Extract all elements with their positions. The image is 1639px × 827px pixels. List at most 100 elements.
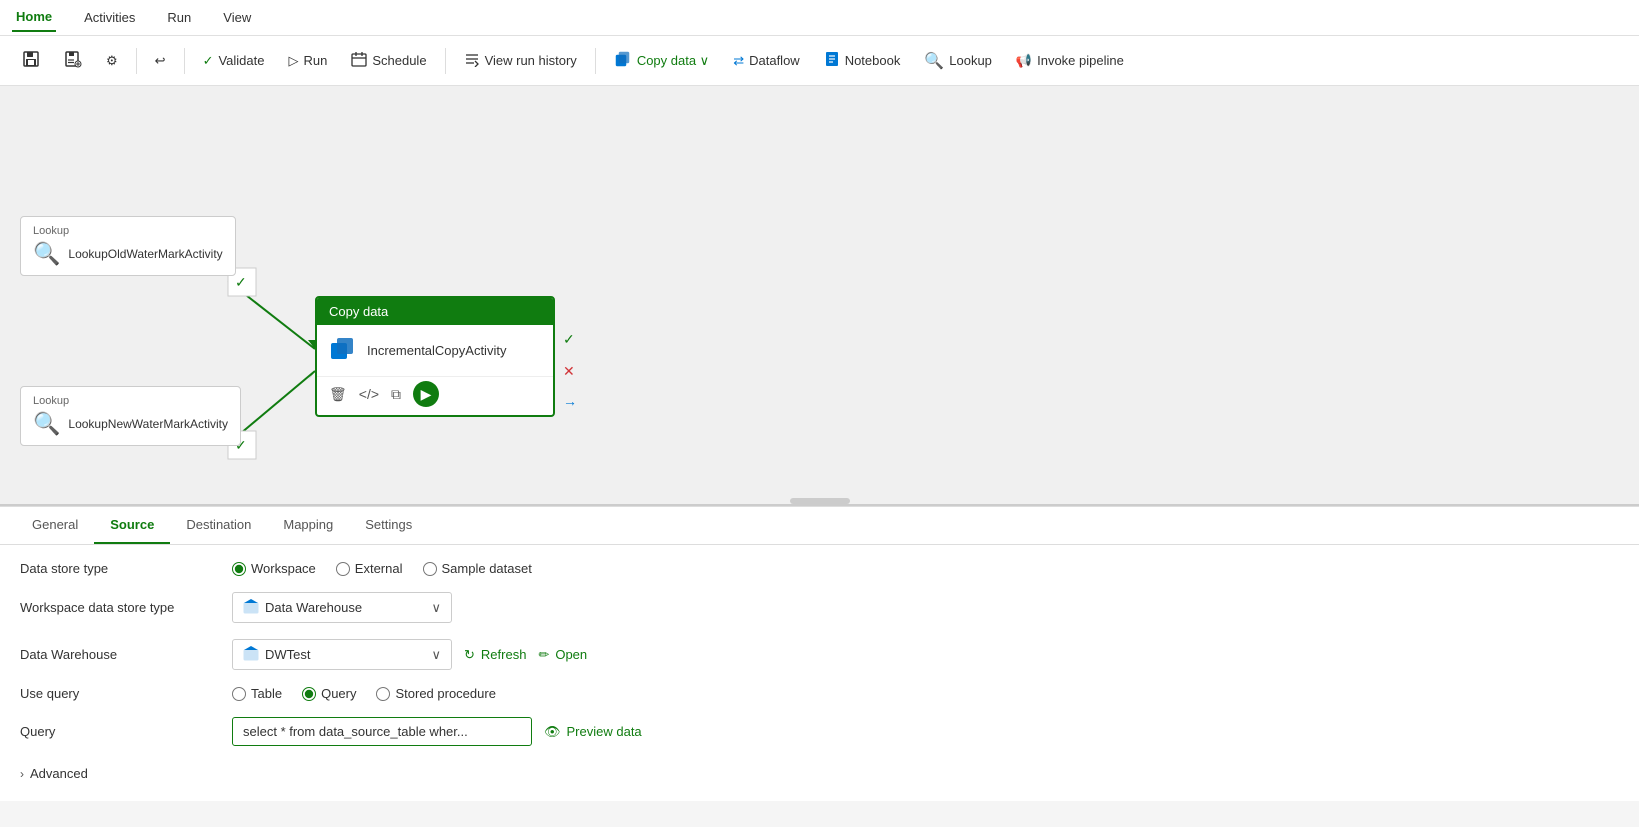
invoke-pipeline-button[interactable]: 📢 Invoke pipeline (1006, 48, 1134, 74)
lookup2-node[interactable]: Lookup 🔍 LookupNewWaterMarkActivity (20, 386, 241, 446)
notebook-button[interactable]: Notebook (814, 46, 911, 75)
view-run-history-button[interactable]: View run history (454, 46, 587, 75)
open-link[interactable]: ✏ Open (538, 647, 587, 663)
table-radio[interactable]: Table (232, 686, 282, 701)
menu-run[interactable]: Run (163, 4, 195, 31)
query-input[interactable] (232, 717, 532, 746)
dw-dropdown-chevron: ∨ (431, 647, 441, 663)
lookup-button[interactable]: 🔍 Lookup (914, 46, 1002, 76)
workspace-dropdown-chevron: ∨ (431, 600, 441, 616)
copydata-actions: 🗑 </> ⧉ ▶ (317, 376, 553, 415)
stored-procedure-radio[interactable]: Stored procedure (376, 686, 495, 701)
data-warehouse-row: Data Warehouse DWTest ∨ ↻ Refresh ✏ Open (20, 639, 1619, 670)
refresh-link[interactable]: ↻ Refresh (464, 647, 526, 663)
tab-mapping[interactable]: Mapping (267, 507, 349, 544)
svg-text:✓: ✓ (235, 274, 247, 290)
external-label: External (355, 561, 403, 576)
workspace-data-store-type-label: Workspace data store type (20, 600, 220, 615)
view-run-history-label: View run history (485, 53, 577, 68)
refresh-label: Refresh (481, 647, 527, 662)
svg-text:✓: ✓ (563, 331, 575, 347)
copydata-label: IncrementalCopyActivity (367, 343, 506, 358)
copydata-code-btn[interactable]: </> (359, 386, 379, 402)
svg-text:→: → (563, 393, 577, 409)
open-icon: ✏ (538, 647, 549, 663)
workspace-radio[interactable]: Workspace (232, 561, 316, 576)
lookup2-title: Lookup (33, 395, 228, 407)
sample-dataset-label: Sample dataset (442, 561, 532, 576)
invoke-pipeline-icon: 📢 (1016, 53, 1032, 69)
gear-icon: ⚙ (106, 53, 118, 69)
lookup1-title: Lookup (33, 225, 223, 237)
query-row: Query 👁 Preview data (20, 717, 1619, 746)
toolbar-separator-2 (184, 48, 185, 74)
menu-bar: Home Activities Run View (0, 0, 1639, 36)
lookup1-content: 🔍 LookupOldWaterMarkActivity (33, 241, 223, 267)
menu-home[interactable]: Home (12, 3, 56, 32)
schedule-label: Schedule (372, 53, 426, 68)
copy-data-icon (614, 50, 632, 71)
lookup2-content: 🔍 LookupNewWaterMarkActivity (33, 411, 228, 437)
lookup1-node[interactable]: Lookup 🔍 LookupOldWaterMarkActivity (20, 216, 236, 276)
tab-source[interactable]: Source (94, 507, 170, 544)
data-warehouse-dropdown[interactable]: DWTest ∨ (232, 639, 452, 670)
query-label: Query (321, 686, 356, 701)
pipeline-canvas[interactable]: ✓ ✓ ✓ ✕ → Lookup 🔍 LookupOldWaterMarkAct… (0, 86, 1639, 506)
tab-settings[interactable]: Settings (349, 507, 428, 544)
notebook-icon (824, 51, 840, 70)
copydata-delete-btn[interactable]: 🗑 (329, 386, 347, 403)
dwtest-icon (243, 645, 259, 664)
toolbar-separator-1 (136, 48, 137, 74)
view-run-history-icon (464, 51, 480, 70)
advanced-chevron-icon: › (20, 767, 24, 781)
run-button[interactable]: ▷ Run (278, 48, 337, 74)
copydata-copy-btn[interactable]: ⧉ (391, 386, 401, 403)
query-label: Query (20, 724, 220, 739)
copy-data-button[interactable]: Copy data ∨ (604, 45, 719, 76)
advanced-row[interactable]: › Advanced (20, 762, 1619, 785)
copy-data-label: Copy data ∨ (637, 53, 709, 69)
validate-label: Validate (218, 53, 264, 68)
data-store-type-label: Data store type (20, 561, 220, 576)
menu-view[interactable]: View (219, 4, 255, 31)
advanced-label: Advanced (30, 766, 88, 781)
dataflow-button[interactable]: ⇄ Dataflow (723, 48, 809, 74)
validate-button[interactable]: ✓ Validate (193, 48, 275, 74)
query-radio[interactable]: Query (302, 686, 356, 701)
saveas-icon (64, 50, 82, 71)
data-warehouse-label: Data Warehouse (20, 647, 220, 662)
schedule-button[interactable]: Schedule (341, 46, 436, 75)
save-button[interactable] (12, 45, 50, 76)
menu-activities[interactable]: Activities (80, 4, 139, 31)
svg-text:✕: ✕ (563, 363, 575, 379)
lookup1-icon: 🔍 (33, 241, 60, 267)
saveas-button[interactable] (54, 45, 92, 76)
use-query-options: Table Query Stored procedure (232, 686, 496, 701)
validate-icon: ✓ (203, 53, 214, 69)
data-store-type-options: Workspace External Sample dataset (232, 561, 532, 576)
copydata-run-btn[interactable]: ▶ (413, 381, 439, 407)
invoke-pipeline-label: Invoke pipeline (1037, 53, 1124, 68)
lookup-icon: 🔍 (924, 51, 944, 71)
tab-general[interactable]: General (16, 507, 94, 544)
copydata-node[interactable]: Copy data IncrementalCopyActivity 🗑 </> … (315, 296, 555, 417)
use-query-row: Use query Table Query Stored procedure (20, 686, 1619, 701)
external-radio[interactable]: External (336, 561, 403, 576)
notebook-label: Notebook (845, 53, 901, 68)
dataflow-icon: ⇄ (733, 53, 744, 69)
data-store-type-row: Data store type Workspace External Sampl… (20, 561, 1619, 576)
tab-destination[interactable]: Destination (170, 507, 267, 544)
settings-button[interactable]: ⚙ (96, 48, 128, 74)
toolbar: ⚙ ↩ ✓ Validate ▷ Run Schedule View run h… (0, 36, 1639, 86)
warehouse-icon (243, 598, 259, 617)
copydata-body: IncrementalCopyActivity (317, 325, 553, 376)
preview-data-label: Preview data (567, 724, 642, 739)
resize-handle[interactable] (790, 498, 850, 504)
sample-dataset-radio[interactable]: Sample dataset (423, 561, 532, 576)
dataflow-label: Dataflow (749, 53, 800, 68)
undo-button[interactable]: ↩ (145, 48, 176, 74)
workspace-data-store-type-dropdown[interactable]: Data Warehouse ∨ (232, 592, 452, 623)
preview-data-link[interactable]: 👁 Preview data (544, 724, 642, 740)
preview-data-icon: 👁 (544, 724, 561, 740)
tabs-row: General Source Destination Mapping Setti… (0, 507, 1639, 545)
